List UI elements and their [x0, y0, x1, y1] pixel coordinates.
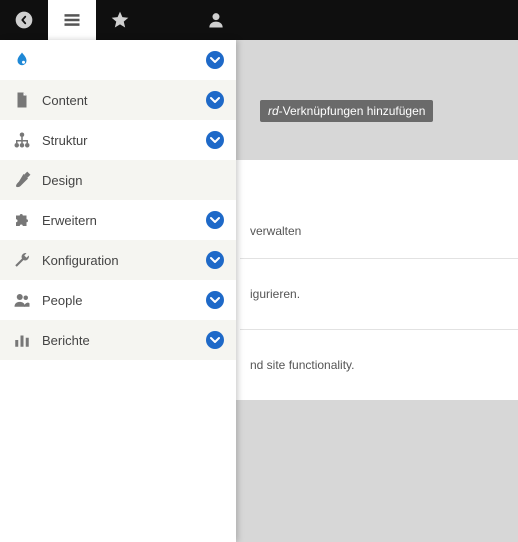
back-button[interactable] [0, 0, 48, 40]
wrench-icon [12, 251, 32, 269]
sidebar-item-label: Struktur [42, 133, 206, 148]
sidebar-item-konfig[interactable]: Konfiguration [0, 240, 236, 280]
puzzle-icon [12, 211, 32, 229]
sidebar-item-label: Konfiguration [42, 253, 206, 268]
sidebar-item-design[interactable]: Design [0, 160, 236, 200]
drupal-icon [12, 51, 32, 69]
menu-toggle-button[interactable] [48, 0, 96, 40]
sidebar-item-label: Berichte [42, 333, 206, 348]
sidebar-item-struktur[interactable]: Struktur [0, 120, 236, 160]
chevron-down-icon[interactable] [206, 291, 224, 309]
chevron-down-icon[interactable] [206, 91, 224, 109]
user-icon [206, 10, 226, 30]
sidebar-item-content[interactable]: Content [0, 80, 236, 120]
user-menu-button[interactable] [192, 0, 240, 40]
sidebar-item-home[interactable] [0, 40, 236, 80]
star-icon [110, 10, 130, 30]
file-icon [12, 91, 32, 109]
people-icon [12, 291, 32, 309]
content-fragment: nd site functionality. [240, 329, 518, 400]
chevron-down-icon[interactable] [206, 331, 224, 349]
chevron-down-icon[interactable] [206, 251, 224, 269]
chevron-down-icon[interactable] [206, 131, 224, 149]
add-shortcut-pill[interactable]: rd-Verknüpfungen hinzufügen [260, 100, 433, 122]
admin-menu-sidebar: Content Struktur Design Erweitern Konfigurat… [0, 40, 236, 542]
content-fragment: igurieren. [240, 258, 518, 329]
sidebar-item-label: Content [42, 93, 206, 108]
sidebar-item-erweitern[interactable]: Erweitern [0, 200, 236, 240]
bars-icon [12, 331, 32, 349]
sidebar-item-berichte[interactable]: Berichte [0, 320, 236, 360]
sitemap-icon [12, 131, 32, 149]
toolbar [0, 0, 518, 40]
shortcuts-button[interactable] [96, 0, 144, 40]
toolbar-spacer [144, 0, 192, 40]
chevron-down-icon[interactable] [206, 51, 224, 69]
sidebar-item-label: Design [42, 173, 206, 188]
brush-icon [12, 171, 32, 189]
hamburger-icon [62, 10, 82, 30]
sidebar-item-people[interactable]: People [0, 280, 236, 320]
sidebar-item-label: People [42, 293, 206, 308]
content-fragment: verwalten [240, 180, 518, 258]
chevron-down-icon[interactable] [206, 211, 224, 229]
pill-text: -Verknüpfungen hinzufügen [279, 104, 426, 118]
pill-italic: rd [268, 104, 279, 118]
sidebar-item-label: Erweitern [42, 213, 206, 228]
chevron-left-icon [14, 10, 34, 30]
